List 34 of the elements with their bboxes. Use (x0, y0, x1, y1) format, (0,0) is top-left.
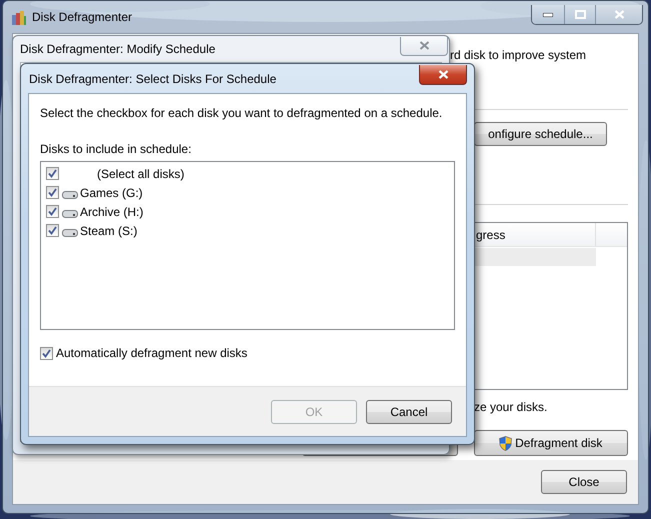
checkbox[interactable] (46, 205, 59, 218)
cancel-button[interactable]: Cancel (366, 400, 452, 424)
description-text: rd disk to improve system (450, 48, 588, 62)
close-icon (438, 70, 448, 78)
status-text: ze your disks. (474, 400, 548, 414)
table-row[interactable] (474, 248, 596, 266)
disk-item[interactable]: Steam (S:) (80, 224, 138, 238)
minimize-icon (543, 12, 553, 16)
checkbox-label[interactable]: Automatically defragment new disks (56, 346, 248, 360)
checkbox[interactable] (46, 167, 59, 180)
checkbox[interactable] (46, 224, 59, 237)
app-icon (12, 10, 26, 24)
maximize-icon (574, 10, 586, 19)
close-icon (614, 10, 624, 19)
close-button[interactable]: Close (541, 470, 627, 494)
disk-item[interactable]: (Select all disks) (97, 166, 184, 180)
minimize-button[interactable] (532, 5, 564, 24)
drive-icon (62, 228, 78, 238)
list-label: Disks to include in schedule: (40, 142, 192, 156)
disk-item[interactable]: Archive (H:) (80, 204, 144, 218)
close-icon (418, 41, 430, 50)
dialog-title: Disk Defragmenter: Select Disks For Schedule (28, 72, 276, 86)
defragment-disk-button[interactable]: Defragment disk (474, 430, 628, 456)
dialog-title: Disk Defragmenter: Modify Schedule (20, 42, 216, 56)
close-button[interactable] (419, 64, 467, 84)
drive-icon (62, 190, 78, 200)
instruction-text: Select the checkbox for each disk you want to defragmented on a schedule. (40, 106, 444, 120)
disk-item[interactable]: Games (G:) (80, 186, 143, 200)
checkbox[interactable] (40, 346, 53, 360)
checkbox[interactable] (46, 186, 59, 199)
window-title: Disk Defragmenter (32, 10, 132, 24)
shield-icon (499, 436, 512, 450)
configure-schedule-button[interactable]: onfigure schedule... (474, 122, 607, 146)
drive-icon (62, 208, 78, 218)
